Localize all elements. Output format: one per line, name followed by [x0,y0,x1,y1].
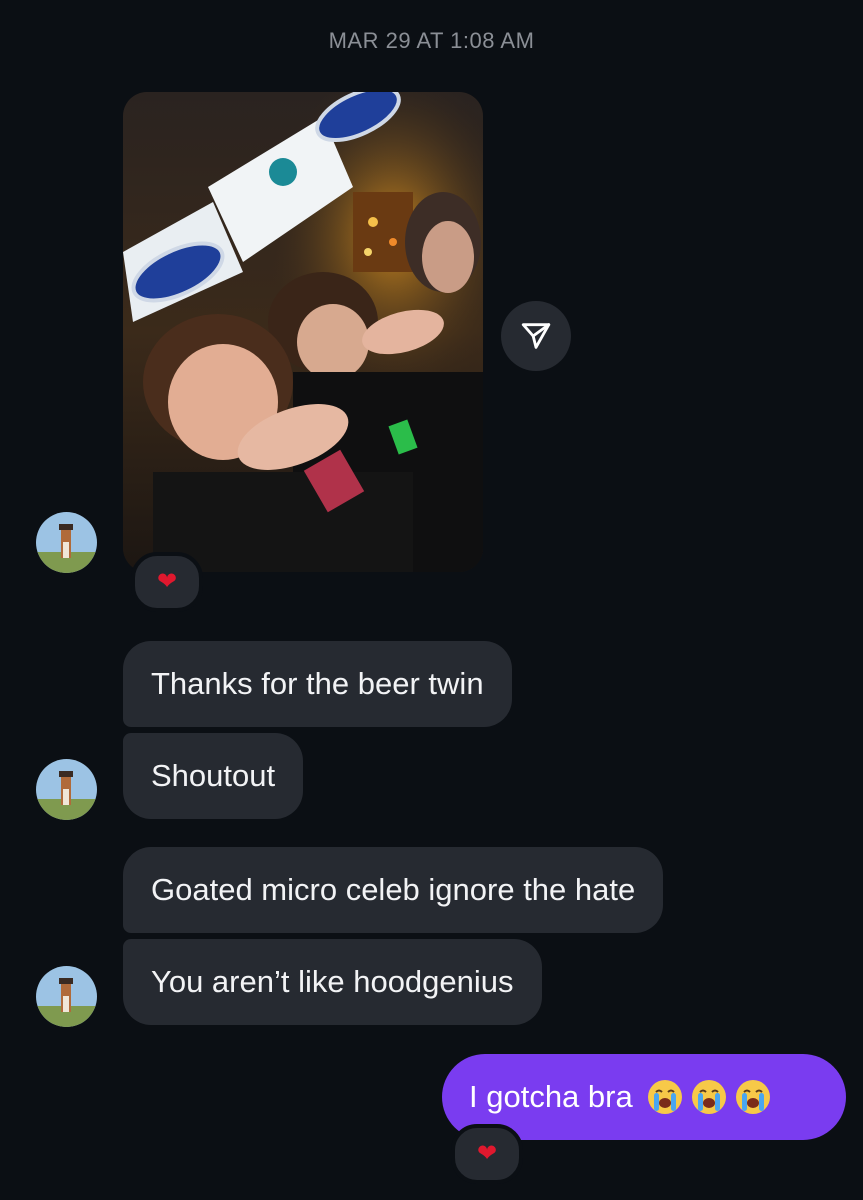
loudly-crying-face-icon [735,1080,770,1114]
share-button[interactable] [501,301,571,371]
heart-reaction[interactable]: ❤ [131,552,203,612]
message-bubble[interactable]: Thanks for the beer twin [123,641,512,727]
message-bubble[interactable]: Goated micro celeb ignore the hate [123,847,664,933]
heart-reaction[interactable]: ❤ [451,1124,523,1184]
loudly-crying-face-icon [647,1080,682,1114]
avatar[interactable] [36,759,97,820]
loudly-crying-face-icon [691,1080,726,1114]
send-paper-plane-icon [521,323,551,349]
avatar[interactable] [36,512,97,573]
message-bubble[interactable]: You aren’t like hoodgenius [123,939,542,1025]
photo-image [123,92,483,572]
message-bubble[interactable]: Shoutout [123,733,304,819]
emoji-group [647,1079,771,1115]
shared-photo[interactable] [123,92,483,572]
avatar[interactable] [36,966,97,1027]
chat-screen: MAR 29 AT 1:08 AM ❤ Thanks for the beer … [0,0,863,1200]
lighthouse-avatar-image [36,512,97,573]
lighthouse-avatar-image [36,966,97,1027]
timestamp: MAR 29 AT 1:08 AM [328,28,535,53]
lighthouse-avatar-image [36,759,97,820]
